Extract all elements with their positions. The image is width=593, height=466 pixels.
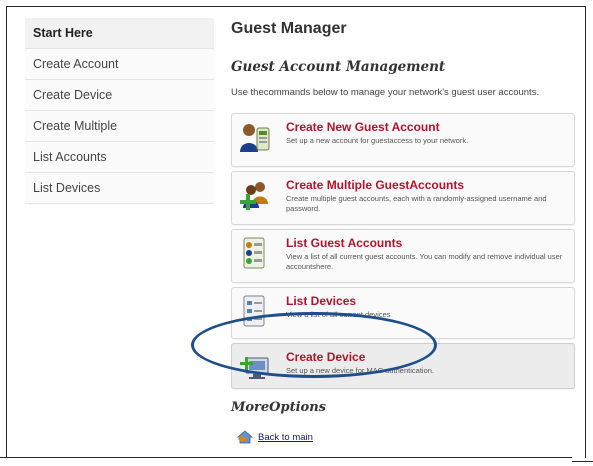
- list-guest-accounts-card[interactable]: List Guest Accounts View a list of all c…: [231, 229, 575, 283]
- card-description: Set up a new account for guestaccess to …: [286, 136, 469, 145]
- card-description: Create multiple guest accounts, each wit…: [286, 194, 547, 213]
- create-guest-account-card[interactable]: Create New Guest Account Set up a new ac…: [231, 113, 575, 167]
- back-arrow-icon: [237, 430, 253, 444]
- card-title[interactable]: List Devices: [286, 294, 356, 308]
- card-title[interactable]: Create Multiple GuestAccounts: [286, 178, 464, 192]
- card-title[interactable]: Create Device: [286, 350, 365, 364]
- section-title: Guest Account Management: [231, 59, 446, 75]
- create-device-icon: [240, 357, 269, 379]
- multiple-accounts-icon: [240, 182, 268, 210]
- card-description: View a list of all current devices: [286, 310, 391, 319]
- back-to-main-link[interactable]: Back to main: [237, 428, 313, 446]
- card-title[interactable]: Create New Guest Account: [286, 120, 440, 134]
- frame-bottom-line: [0, 457, 572, 458]
- main-content: Guest Manager Guest Account Management U…: [231, 16, 577, 444]
- sidebar-item-create-device[interactable]: Create Device: [25, 80, 214, 111]
- list-accounts-icon: [243, 237, 265, 269]
- intro-text: Use thecommands below to manage your net…: [231, 87, 540, 98]
- card-title[interactable]: List Guest Accounts: [286, 236, 402, 250]
- create-multiple-accounts-card[interactable]: Create Multiple GuestAccounts Create mul…: [231, 171, 575, 225]
- frame-bottom-line-right: [572, 461, 593, 462]
- sidebar-item-create-multiple[interactable]: Create Multiple: [25, 111, 214, 142]
- back-link-label[interactable]: Back to main: [258, 432, 313, 443]
- list-devices-card[interactable]: List Devices View a list of all current …: [231, 287, 575, 339]
- more-options-title: MoreOptions: [231, 400, 326, 415]
- create-device-card[interactable]: Create Device Set up a new device for MA…: [231, 343, 575, 389]
- list-devices-icon: [243, 295, 265, 327]
- sidebar-item-list-devices[interactable]: List Devices: [25, 173, 214, 204]
- page-title: Guest Manager: [231, 20, 347, 37]
- sidebar-item-start-here[interactable]: Start Here: [25, 18, 214, 49]
- card-description: View a list of all current guest account…: [286, 252, 563, 271]
- sidebar-item-list-accounts[interactable]: List Accounts: [25, 142, 214, 173]
- sidebar-item-create-account[interactable]: Create Account: [25, 49, 214, 80]
- guest-account-icon: [240, 124, 270, 152]
- card-description: Set up a new device for MAC authenticati…: [286, 366, 435, 375]
- sidebar: Start Here Create Account Create Device …: [25, 18, 214, 204]
